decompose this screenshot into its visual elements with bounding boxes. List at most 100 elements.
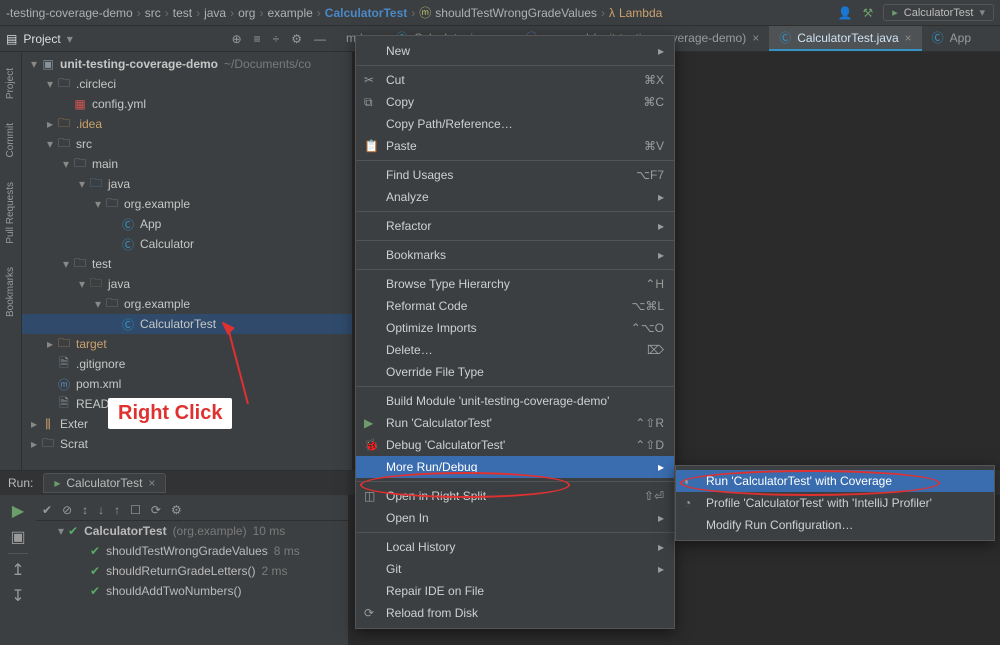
tree-main[interactable]: 🗀main (22, 154, 352, 174)
expand-icon[interactable]: ↓ (98, 503, 104, 517)
tree-scratches[interactable]: 🗀Scrat (22, 434, 352, 454)
java-class-icon: Ⓒ (779, 29, 791, 46)
folder-icon: 🗀 (56, 74, 72, 95)
tree-test[interactable]: 🗀test (22, 254, 352, 274)
tree-gitignore[interactable]: 🗎.gitignore (22, 354, 352, 374)
breadcrumb-lambda[interactable]: Lambda (619, 6, 662, 20)
menu-debug[interactable]: 🐞Debug 'CalculatorTest'⌃⇧D (356, 434, 674, 456)
breadcrumb-root[interactable]: -testing-coverage-demo (6, 6, 133, 20)
history-icon[interactable]: ⟳ (151, 503, 161, 517)
tab-calculator-test[interactable]: ⒸCalculatorTest.java× (769, 26, 921, 51)
menu-local-history[interactable]: Local History▸ (356, 536, 674, 558)
copy-icon: ⧉ (364, 95, 373, 110)
test-row-3[interactable]: ✔shouldAddTwoNumbers() (36, 581, 348, 601)
hide-icon[interactable]: — (314, 32, 326, 46)
tree-idea[interactable]: 🗀.idea (22, 114, 352, 134)
menu-find-usages[interactable]: Find Usages⌥F7 (356, 164, 674, 186)
menu-refactor[interactable]: Refactor▸ (356, 215, 674, 237)
tree-root[interactable]: ▣unit-testing-coverage-demo~/Documents/c… (22, 54, 352, 74)
menu-paste[interactable]: 📋Paste⌘V (356, 135, 674, 157)
tree-readme[interactable]: 🗎README.md (22, 394, 352, 414)
tree-test-pkg[interactable]: 🗀org.example (22, 294, 352, 314)
toggle-passed-icon[interactable]: ✔ (42, 503, 52, 517)
submenu-run-coverage[interactable]: ◐Run 'CalculatorTest' with Coverage (676, 470, 994, 492)
tree-pom[interactable]: ⓜpom.xml (22, 374, 352, 394)
down-icon[interactable]: ↧ (11, 586, 24, 606)
breadcrumb-method[interactable]: shouldTestWrongGradeValues (435, 6, 597, 20)
stop-icon[interactable]: ▣ (10, 527, 25, 547)
menu-delete[interactable]: Delete…⌦ (356, 339, 674, 361)
toggle-ignored-icon[interactable]: ⊘ (62, 503, 72, 517)
lambda-icon: λ (609, 6, 615, 20)
collapse-icon[interactable]: ↑ (114, 503, 120, 517)
menu-repair[interactable]: Repair IDE on File (356, 580, 674, 602)
tree-config-yml[interactable]: ▦config.yml (22, 94, 352, 114)
tree-ext-libs[interactable]: ⫼Exter (22, 414, 352, 434)
rail-commit[interactable]: Commit (5, 123, 16, 157)
rail-project[interactable]: Project (5, 68, 16, 99)
submenu-modify-config[interactable]: Modify Run Configuration… (676, 514, 994, 536)
menu-optimize[interactable]: Optimize Imports⌃⌥O (356, 317, 674, 339)
menu-build-module[interactable]: Build Module 'unit-testing-coverage-demo… (356, 390, 674, 412)
sort-icon[interactable]: ↕ (82, 503, 88, 517)
expand-all-icon[interactable]: ≡ (254, 32, 261, 46)
menu-copy-path[interactable]: Copy Path/Reference… (356, 113, 674, 135)
java-class-icon: Ⓒ (120, 236, 136, 253)
test-root[interactable]: ▾✔CalculatorTest(org.example)10 ms (36, 521, 348, 541)
up-icon[interactable]: ↥ (11, 560, 24, 580)
paste-icon: 📋 (364, 139, 379, 153)
menu-run[interactable]: ▶Run 'CalculatorTest'⌃⇧R (356, 412, 674, 434)
close-icon[interactable]: × (752, 31, 759, 45)
tree-test-java[interactable]: 🗀java (22, 274, 352, 294)
close-icon[interactable]: × (148, 476, 155, 490)
menu-copy[interactable]: ⧉Copy⌘C (356, 91, 674, 113)
project-icon: ▤ (6, 32, 17, 46)
profiler-icon: ◔ (684, 496, 691, 510)
menu-bookmarks[interactable]: Bookmarks▸ (356, 244, 674, 266)
user-icon[interactable]: 👤 (838, 6, 853, 20)
gear-icon[interactable]: ⚙ (171, 503, 182, 517)
menu-open-in[interactable]: Open In▸ (356, 507, 674, 529)
rail-pull-requests[interactable]: Pull Requests (5, 182, 16, 244)
run-configuration-selector[interactable]: ▸ CalculatorTest ▾ (883, 4, 994, 21)
run-tab[interactable]: ▸ CalculatorTest × (43, 473, 166, 493)
breadcrumb-class[interactable]: CalculatorTest (325, 6, 407, 20)
project-tool-header[interactable]: ▤ Project ▾ ⊕ ≡ ÷ ⚙ — (6, 32, 326, 46)
test-row-2[interactable]: ✔shouldReturnGradeLetters()2 ms (36, 561, 348, 581)
menu-open-split[interactable]: ◫Open in Right Split⇧⏎ (356, 485, 674, 507)
context-submenu: ◐Run 'CalculatorTest' with Coverage ◔Pro… (675, 465, 995, 541)
collapse-all-icon[interactable]: ÷ (273, 32, 280, 46)
tree-circleci[interactable]: 🗀.circleci (22, 74, 352, 94)
rerun-icon[interactable]: ▶ (12, 501, 24, 521)
menu-reformat[interactable]: Reformat Code⌥⌘L (356, 295, 674, 317)
menu-more-run-debug[interactable]: More Run/Debug▸ (356, 456, 674, 478)
submenu-profile[interactable]: ◔Profile 'CalculatorTest' with 'IntelliJ… (676, 492, 994, 514)
tick-icon: ✔ (68, 524, 78, 538)
tab-app[interactable]: ⒸApp (922, 26, 981, 51)
gear-icon[interactable]: ⚙ (291, 32, 302, 46)
build-icon[interactable]: ⚒ (862, 6, 873, 20)
menu-override-filetype[interactable]: Override File Type (356, 361, 674, 383)
menu-git[interactable]: Git▸ (356, 558, 674, 580)
menu-new[interactable]: New▸ (356, 40, 674, 62)
tree-app[interactable]: ⒸApp (22, 214, 352, 234)
test-row-1[interactable]: ✔shouldTestWrongGradeValues8 ms (36, 541, 348, 561)
tree-calculator[interactable]: ⒸCalculator (22, 234, 352, 254)
close-icon[interactable]: × (905, 31, 912, 45)
menu-cut[interactable]: ✂Cut⌘X (356, 69, 674, 91)
menu-analyze[interactable]: Analyze▸ (356, 186, 674, 208)
run-label: Run: (8, 476, 33, 490)
rail-bookmarks[interactable]: Bookmarks (5, 267, 16, 317)
tree-main-java[interactable]: 🗀java (22, 174, 352, 194)
tree-calculator-test[interactable]: ⒸCalculatorTest (22, 314, 352, 334)
tree-src[interactable]: 🗀src (22, 134, 352, 154)
menu-reload[interactable]: ⟳Reload from Disk (356, 602, 674, 624)
tree-target[interactable]: 🗀target (22, 334, 352, 354)
java-class-icon: Ⓒ (932, 29, 944, 46)
tree-main-pkg[interactable]: 🗀org.example (22, 194, 352, 214)
menu-browse-hierarchy[interactable]: Browse Type Hierarchy⌃H (356, 273, 674, 295)
select-opened-icon[interactable]: ⊕ (232, 32, 242, 46)
export-icon[interactable]: ☐ (130, 503, 141, 517)
source-folder-icon: 🗀 (88, 174, 104, 195)
reload-icon: ⟳ (364, 606, 374, 620)
